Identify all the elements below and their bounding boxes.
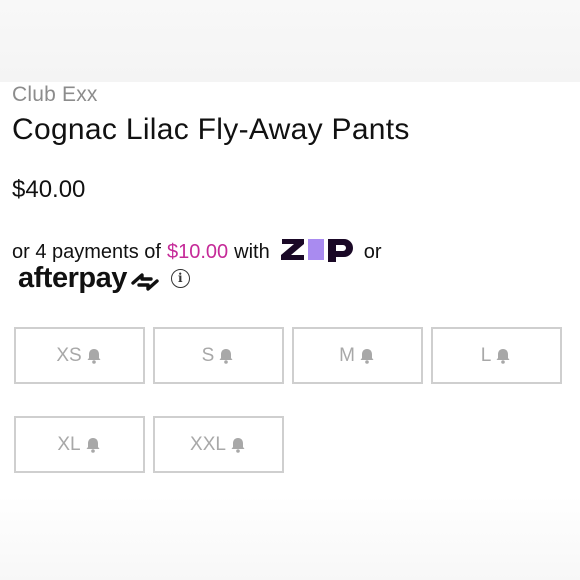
bell-icon [84,436,102,454]
size-label: L [480,344,492,366]
bell-icon [358,347,376,365]
product-title: Cognac Lilac Fly-Away Pants [12,113,410,146]
size-label: XL [57,433,81,455]
size-label: M [339,344,355,366]
product-price: $40.00 [12,176,86,203]
product-brand[interactable]: Club Exx [12,83,98,107]
size-option-xxl[interactable]: XXL [153,416,284,473]
installment-prefix: or 4 payments of [12,240,161,263]
zip-logo[interactable] [280,236,356,268]
installment-or: or [363,240,382,263]
afterpay-logo[interactable]: afterpay [18,262,127,295]
size-option-xl[interactable]: XL [14,416,145,473]
size-option-l[interactable]: L [431,327,562,384]
top-background [0,0,580,82]
bell-icon [217,347,235,365]
afterpay-arrows-icon [129,265,161,293]
size-option-m[interactable]: M [292,327,423,384]
afterpay-row: afterpay i [18,262,190,295]
bell-icon [494,347,512,365]
bottom-background [0,496,580,580]
bell-icon [229,436,247,454]
info-icon[interactable]: i [170,269,190,288]
bell-icon [85,347,103,365]
installment-amount: $10.00 [166,240,229,263]
size-option-s[interactable]: S [153,327,284,384]
size-label: XS [56,344,82,366]
size-option-xs[interactable]: XS [14,327,145,384]
size-label: XXL [190,433,226,455]
installment-with: with [234,240,270,263]
size-label: S [201,344,215,366]
